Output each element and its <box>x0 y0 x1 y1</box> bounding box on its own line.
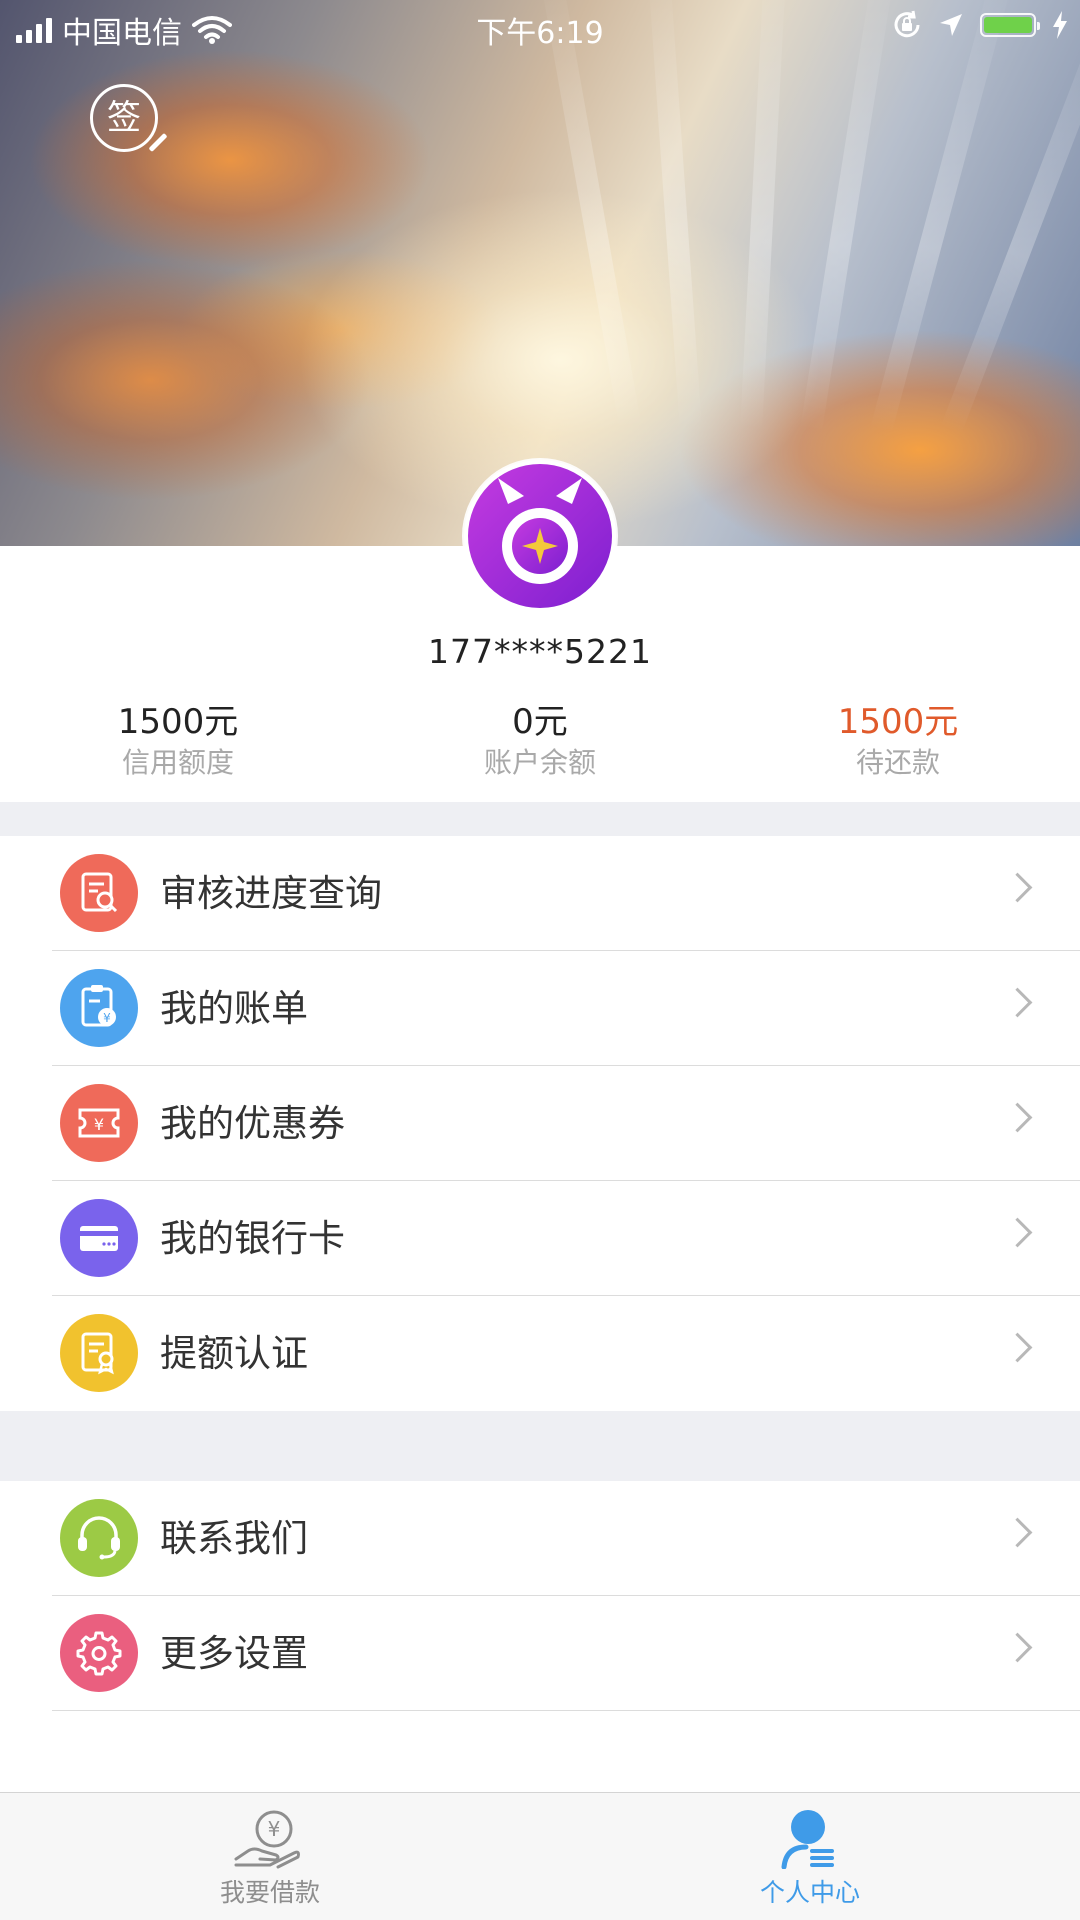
location-icon <box>940 14 962 36</box>
menu-item-my-coupons[interactable]: ¥ 我的优惠券 <box>0 1066 1080 1181</box>
pending-repayment-stat[interactable]: 1500元 待还款 <box>748 700 1048 782</box>
svg-text:¥: ¥ <box>94 1115 104 1134</box>
menu-label: 审核进度查询 <box>160 872 382 915</box>
credit-limit-label: 信用额度 <box>121 746 234 779</box>
battery-icon <box>980 13 1040 37</box>
menu-group-support: 联系我们 更多设置 <box>0 1481 1080 1711</box>
charging-bolt-icon <box>1053 11 1067 39</box>
bottom-tab-bar: ¥ 我要借款 个人中心 <box>0 1792 1080 1920</box>
balance-value: 0元 <box>512 702 568 742</box>
certification-icon <box>60 1314 138 1392</box>
menu-item-my-bank-cards[interactable]: 我的银行卡 <box>0 1181 1080 1296</box>
account-stats: 1500元 信用额度 0元 账户余额 1500元 待还款 <box>0 700 1080 790</box>
bank-card-icon <box>60 1199 138 1277</box>
menu-label: 我的账单 <box>160 987 308 1030</box>
profile-screen: 中国电信 下午6:19 签 177****5221 1500元 信用额度 0元 … <box>0 0 1080 1920</box>
menu-label: 我的银行卡 <box>160 1217 345 1260</box>
loan-hand-icon: ¥ <box>234 1810 300 1869</box>
svg-text:¥: ¥ <box>268 1817 281 1841</box>
tab-user-center[interactable]: 个人中心 <box>540 1793 1080 1920</box>
menu-item-contact-us[interactable]: 联系我们 <box>0 1481 1080 1596</box>
tab-label: 个人中心 <box>759 1878 860 1907</box>
menu-label: 联系我们 <box>160 1517 308 1560</box>
menu-item-more-settings[interactable]: 更多设置 <box>0 1596 1080 1711</box>
credit-limit-value: 1500元 <box>117 702 239 742</box>
menu-group-account: 审核进度查询 ¥ 我的账单 ¥ 我的优惠券 我的银行卡 提额认证 <box>0 836 1080 1411</box>
headset-icon <box>60 1499 138 1577</box>
menu-item-my-bills[interactable]: ¥ 我的账单 <box>0 951 1080 1066</box>
credit-limit-stat[interactable]: 1500元 信用额度 <box>28 700 328 782</box>
menu-label: 更多设置 <box>160 1632 308 1675</box>
chevron-right-icon <box>1002 987 1033 1018</box>
menu-item-review-progress[interactable]: 审核进度查询 <box>0 836 1080 951</box>
chevron-right-icon <box>1002 1217 1033 1248</box>
section-divider <box>0 1411 1080 1481</box>
rotation-lock-icon <box>894 10 920 38</box>
user-center-icon <box>781 1810 834 1869</box>
section-divider <box>0 802 1080 836</box>
chevron-right-icon <box>1002 1332 1033 1363</box>
tab-loan[interactable]: ¥ 我要借款 <box>0 1793 540 1920</box>
pending-repayment-value: 1500元 <box>837 702 959 742</box>
menu-label: 提额认证 <box>160 1332 308 1375</box>
balance-stat[interactable]: 0元 账户余额 <box>390 700 690 782</box>
chevron-right-icon <box>1002 872 1033 903</box>
sign-in-button[interactable]: 签 <box>90 84 168 153</box>
review-search-icon <box>60 854 138 932</box>
chevron-right-icon <box>1002 1517 1033 1548</box>
bill-icon: ¥ <box>60 969 138 1047</box>
chevron-right-icon <box>1002 1632 1033 1663</box>
svg-text:¥: ¥ <box>103 1011 111 1025</box>
balance-label: 账户余额 <box>483 746 596 779</box>
devil-mascot-icon <box>468 464 612 608</box>
sign-in-label: 签 <box>107 98 141 138</box>
settings-gear-icon <box>60 1614 138 1692</box>
user-phone: 177****5221 <box>428 632 652 671</box>
coupon-icon: ¥ <box>60 1084 138 1162</box>
tab-label: 我要借款 <box>219 1878 320 1907</box>
chevron-right-icon <box>1002 1102 1033 1133</box>
pen-icon <box>148 132 168 153</box>
menu-item-limit-certification[interactable]: 提额认证 <box>0 1296 1080 1411</box>
pending-repayment-label: 待还款 <box>855 746 940 779</box>
avatar[interactable] <box>464 460 616 612</box>
menu-label: 我的优惠券 <box>160 1102 345 1145</box>
status-bar: 中国电信 下午6:19 <box>0 0 1080 54</box>
